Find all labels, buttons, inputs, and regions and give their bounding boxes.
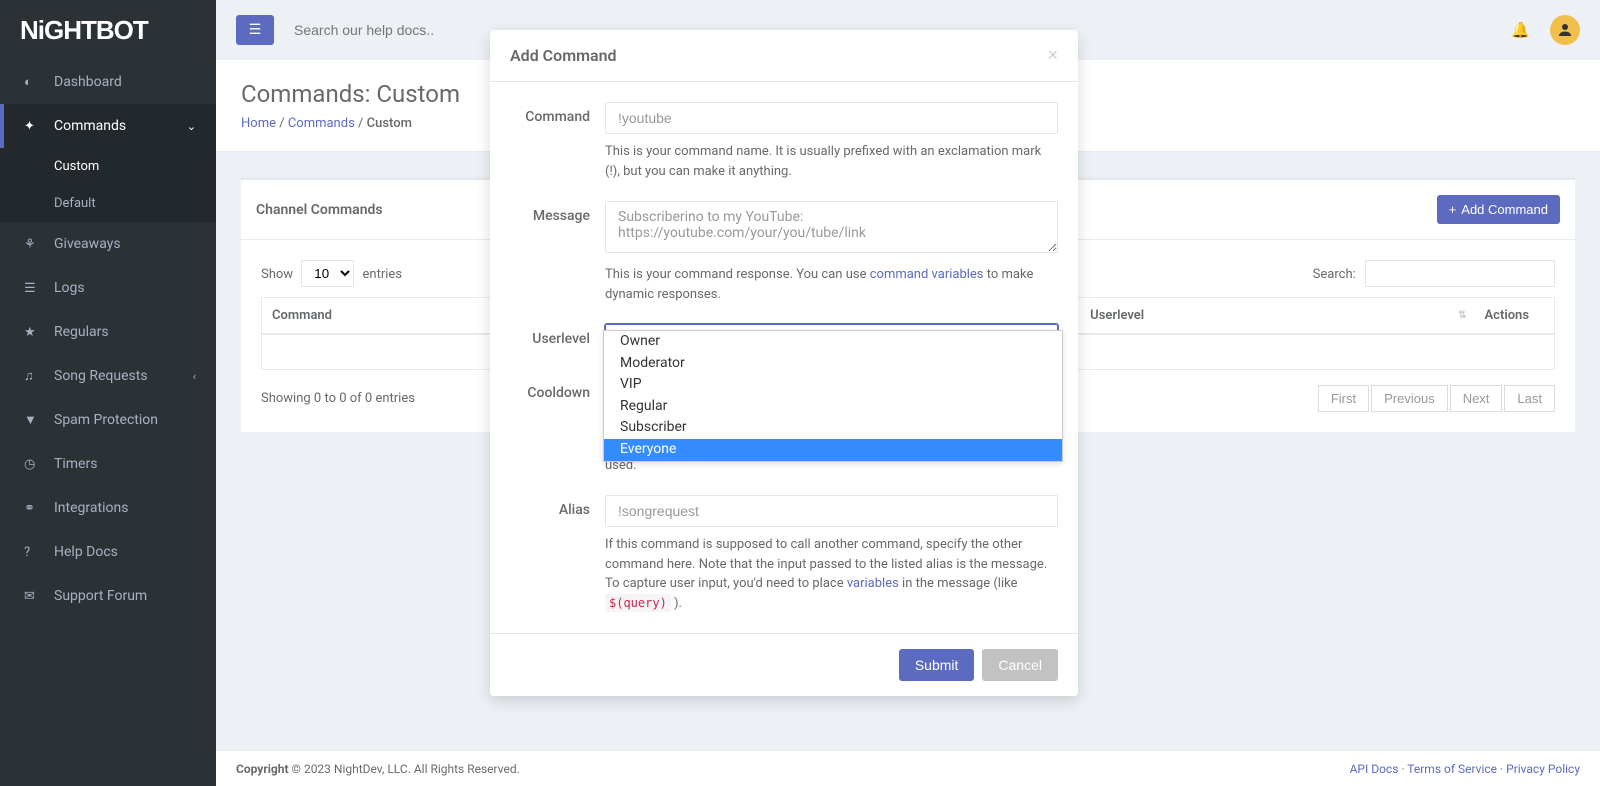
userlevel-label: Userlevel bbox=[510, 324, 605, 358]
alias-help: If this command is supposed to call anot… bbox=[605, 535, 1058, 613]
cancel-button[interactable]: Cancel bbox=[982, 649, 1058, 681]
close-icon: × bbox=[1047, 45, 1058, 65]
variables-link[interactable]: variables bbox=[847, 576, 899, 591]
alias-label: Alias bbox=[510, 495, 605, 613]
command-variables-link[interactable]: command variables bbox=[870, 267, 984, 282]
userlevel-option-everyone[interactable]: Everyone bbox=[604, 439, 1062, 461]
command-input[interactable] bbox=[605, 102, 1058, 134]
message-help: This is your command response. You can u… bbox=[605, 265, 1058, 304]
cooldown-label: Cooldown bbox=[510, 378, 605, 475]
modal-title: Add Command bbox=[510, 46, 617, 65]
modal-footer: Submit Cancel bbox=[490, 633, 1078, 696]
userlevel-option-owner[interactable]: Owner bbox=[604, 331, 1062, 353]
userlevel-dropdown: Owner Moderator VIP Regular Subscriber E… bbox=[603, 330, 1063, 462]
userlevel-option-vip[interactable]: VIP bbox=[604, 374, 1062, 396]
userlevel-option-moderator[interactable]: Moderator bbox=[604, 353, 1062, 375]
submit-button[interactable]: Submit bbox=[899, 649, 975, 681]
close-button[interactable]: × bbox=[1047, 45, 1058, 66]
userlevel-option-subscriber[interactable]: Subscriber bbox=[604, 417, 1062, 439]
modal-header: Add Command × bbox=[490, 30, 1078, 82]
message-input[interactable] bbox=[605, 201, 1058, 253]
command-label: Command bbox=[510, 102, 605, 181]
command-help: This is your command name. It is usually… bbox=[605, 142, 1058, 181]
alias-input[interactable] bbox=[605, 495, 1058, 527]
userlevel-option-regular[interactable]: Regular bbox=[604, 396, 1062, 418]
query-code: $(query) bbox=[605, 594, 671, 612]
message-label: Message bbox=[510, 201, 605, 304]
